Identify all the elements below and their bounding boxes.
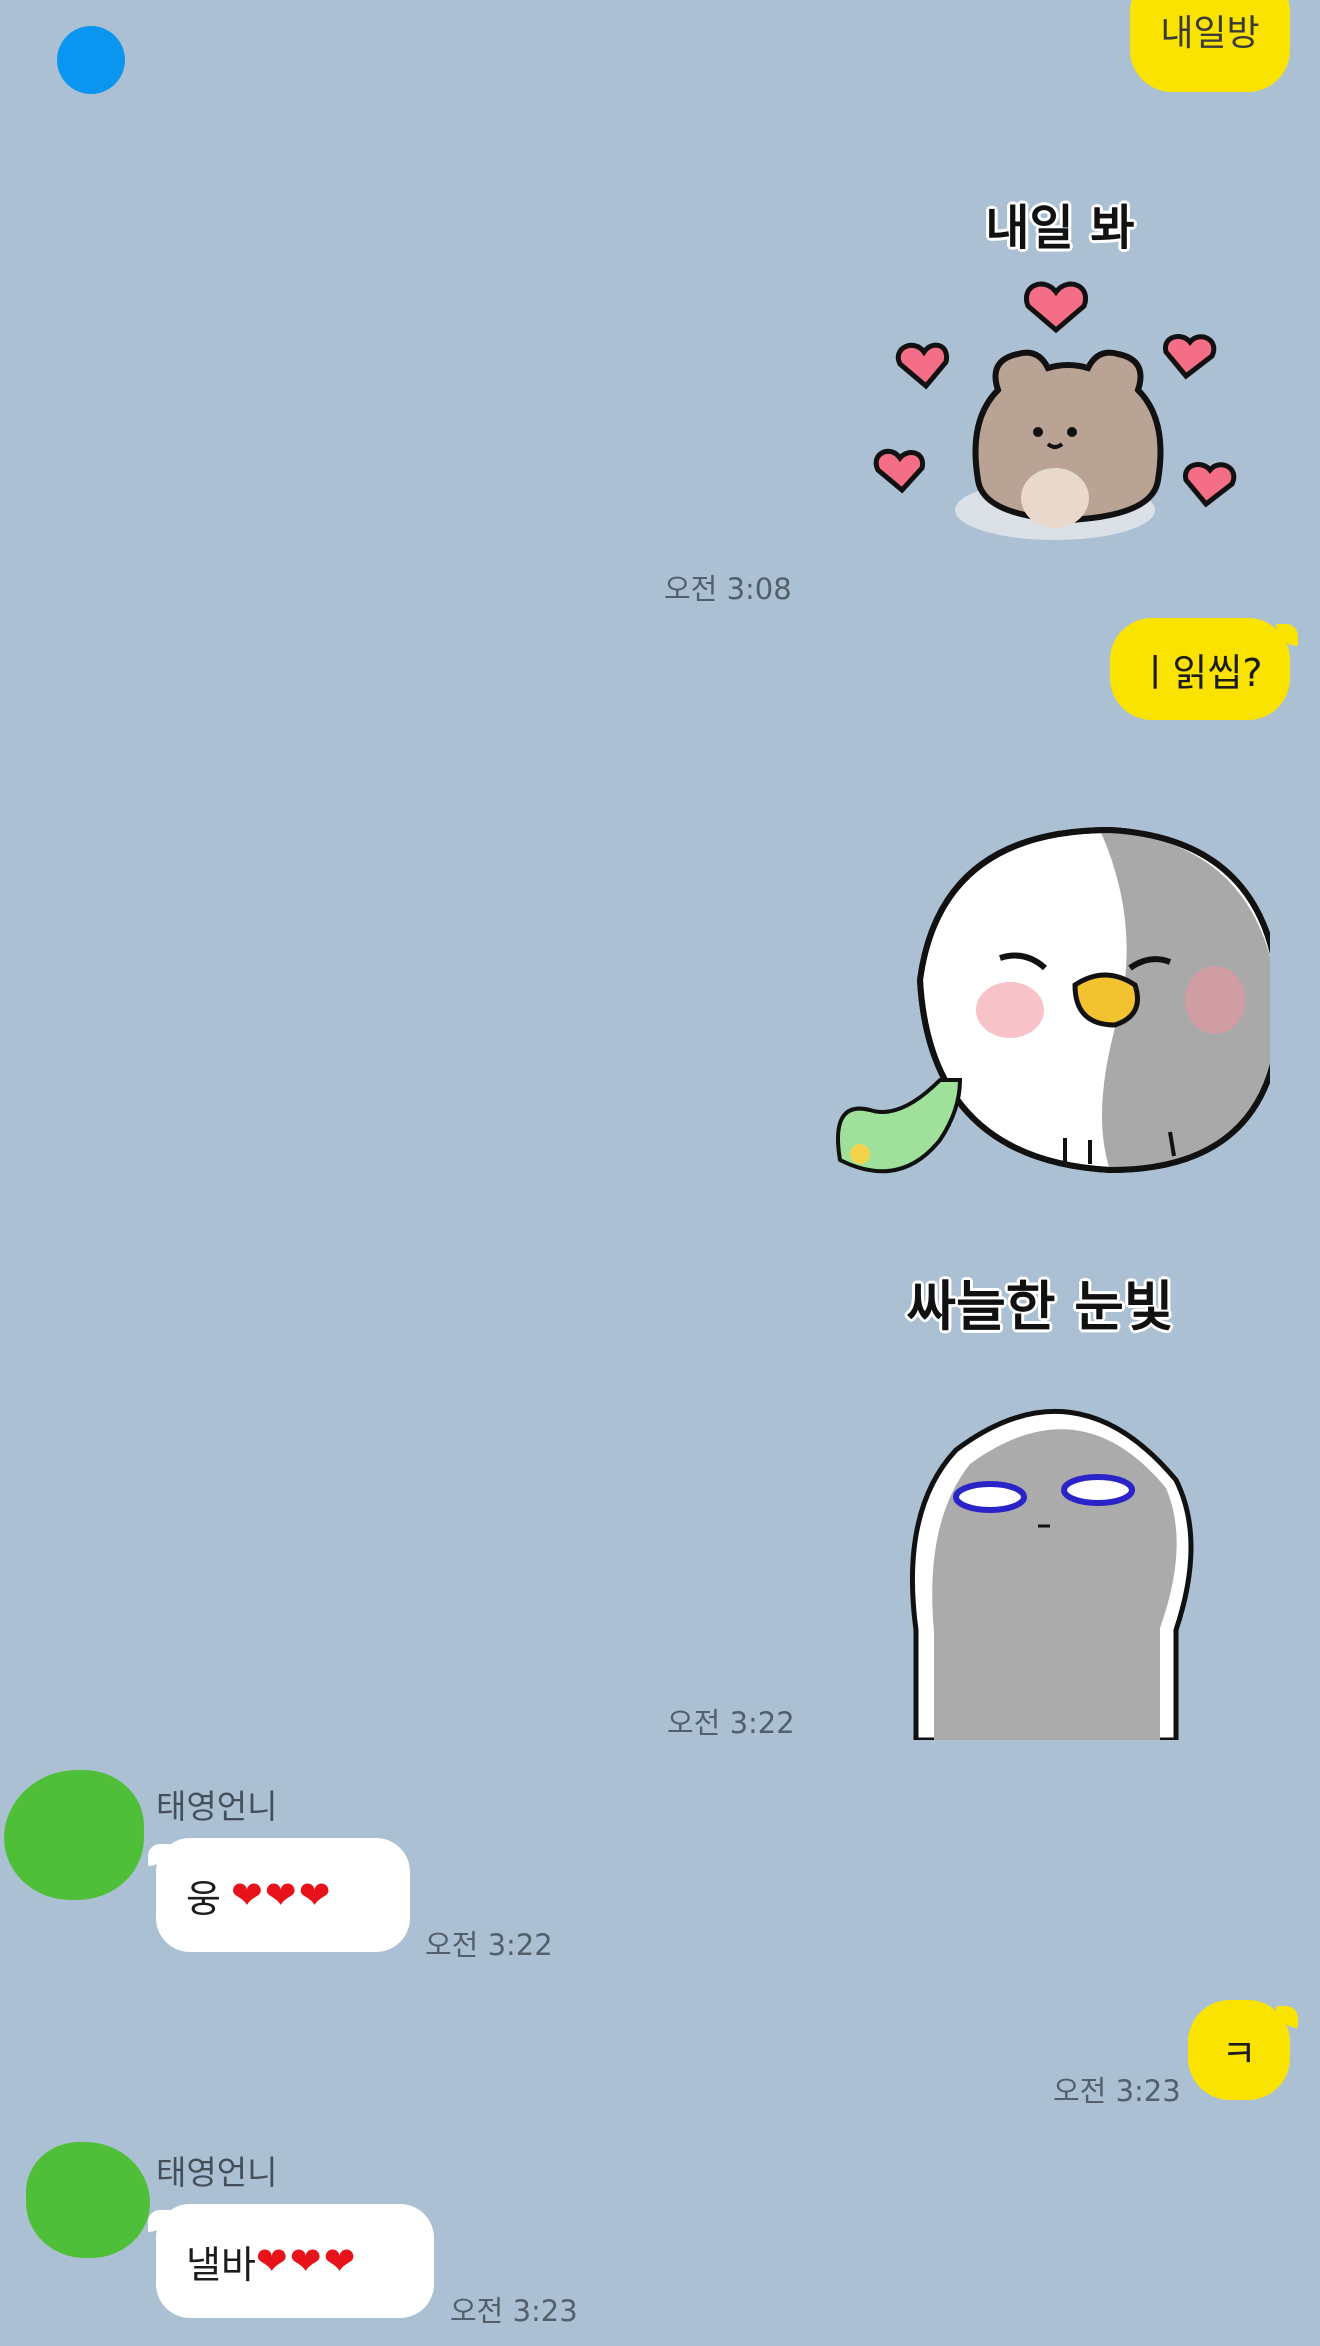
timestamp: 오전 3:22 (667, 1706, 795, 1740)
partial-message-bubble[interactable]: 내일방 (1130, 0, 1290, 92)
timestamp: 오전 3:22 (425, 1928, 553, 1962)
partial-message-text: 내일방 (1160, 13, 1260, 54)
message-text: ㅣ읽씹? (1137, 650, 1263, 695)
heart-emoji-icon: ❤❤❤ (255, 2239, 358, 2283)
sender-name: 태영언니 (156, 2153, 278, 2192)
message-text: 웅 (186, 1876, 221, 1921)
heart-emoji-icon: ❤❤❤ (230, 1873, 333, 1917)
message-text: 낼바 (186, 2242, 256, 2287)
message-text: ㅋ (1221, 2031, 1257, 2076)
sticker-bear[interactable]: 내일 봐 (860, 180, 1240, 550)
message-bubble-other[interactable]: 웅 ❤❤❤ (148, 1838, 410, 1952)
timestamp: 오전 3:08 (664, 572, 792, 606)
gray-character-icon (909, 1408, 1194, 1740)
sticker-duck[interactable] (820, 800, 1270, 1200)
timestamp: 오전 3:23 (1053, 2074, 1181, 2108)
avatar[interactable] (26, 2142, 150, 2258)
message-bubble-other[interactable]: 낼바 ❤❤❤ (148, 2204, 434, 2318)
bear-heart-icon-group (873, 281, 1237, 540)
avatar[interactable] (4, 1770, 144, 1900)
timestamp: 오전 3:23 (450, 2294, 578, 2328)
top-blue-dot (57, 26, 125, 94)
sender-name: 태영언니 (156, 1787, 278, 1826)
sticker-gray-character[interactable]: 싸늘한 눈빛 (890, 1250, 1220, 1740)
message-bubble-question[interactable]: ㅣ읽씹? (1110, 618, 1298, 720)
message-bubble-k[interactable]: ㅋ (1188, 2000, 1298, 2100)
